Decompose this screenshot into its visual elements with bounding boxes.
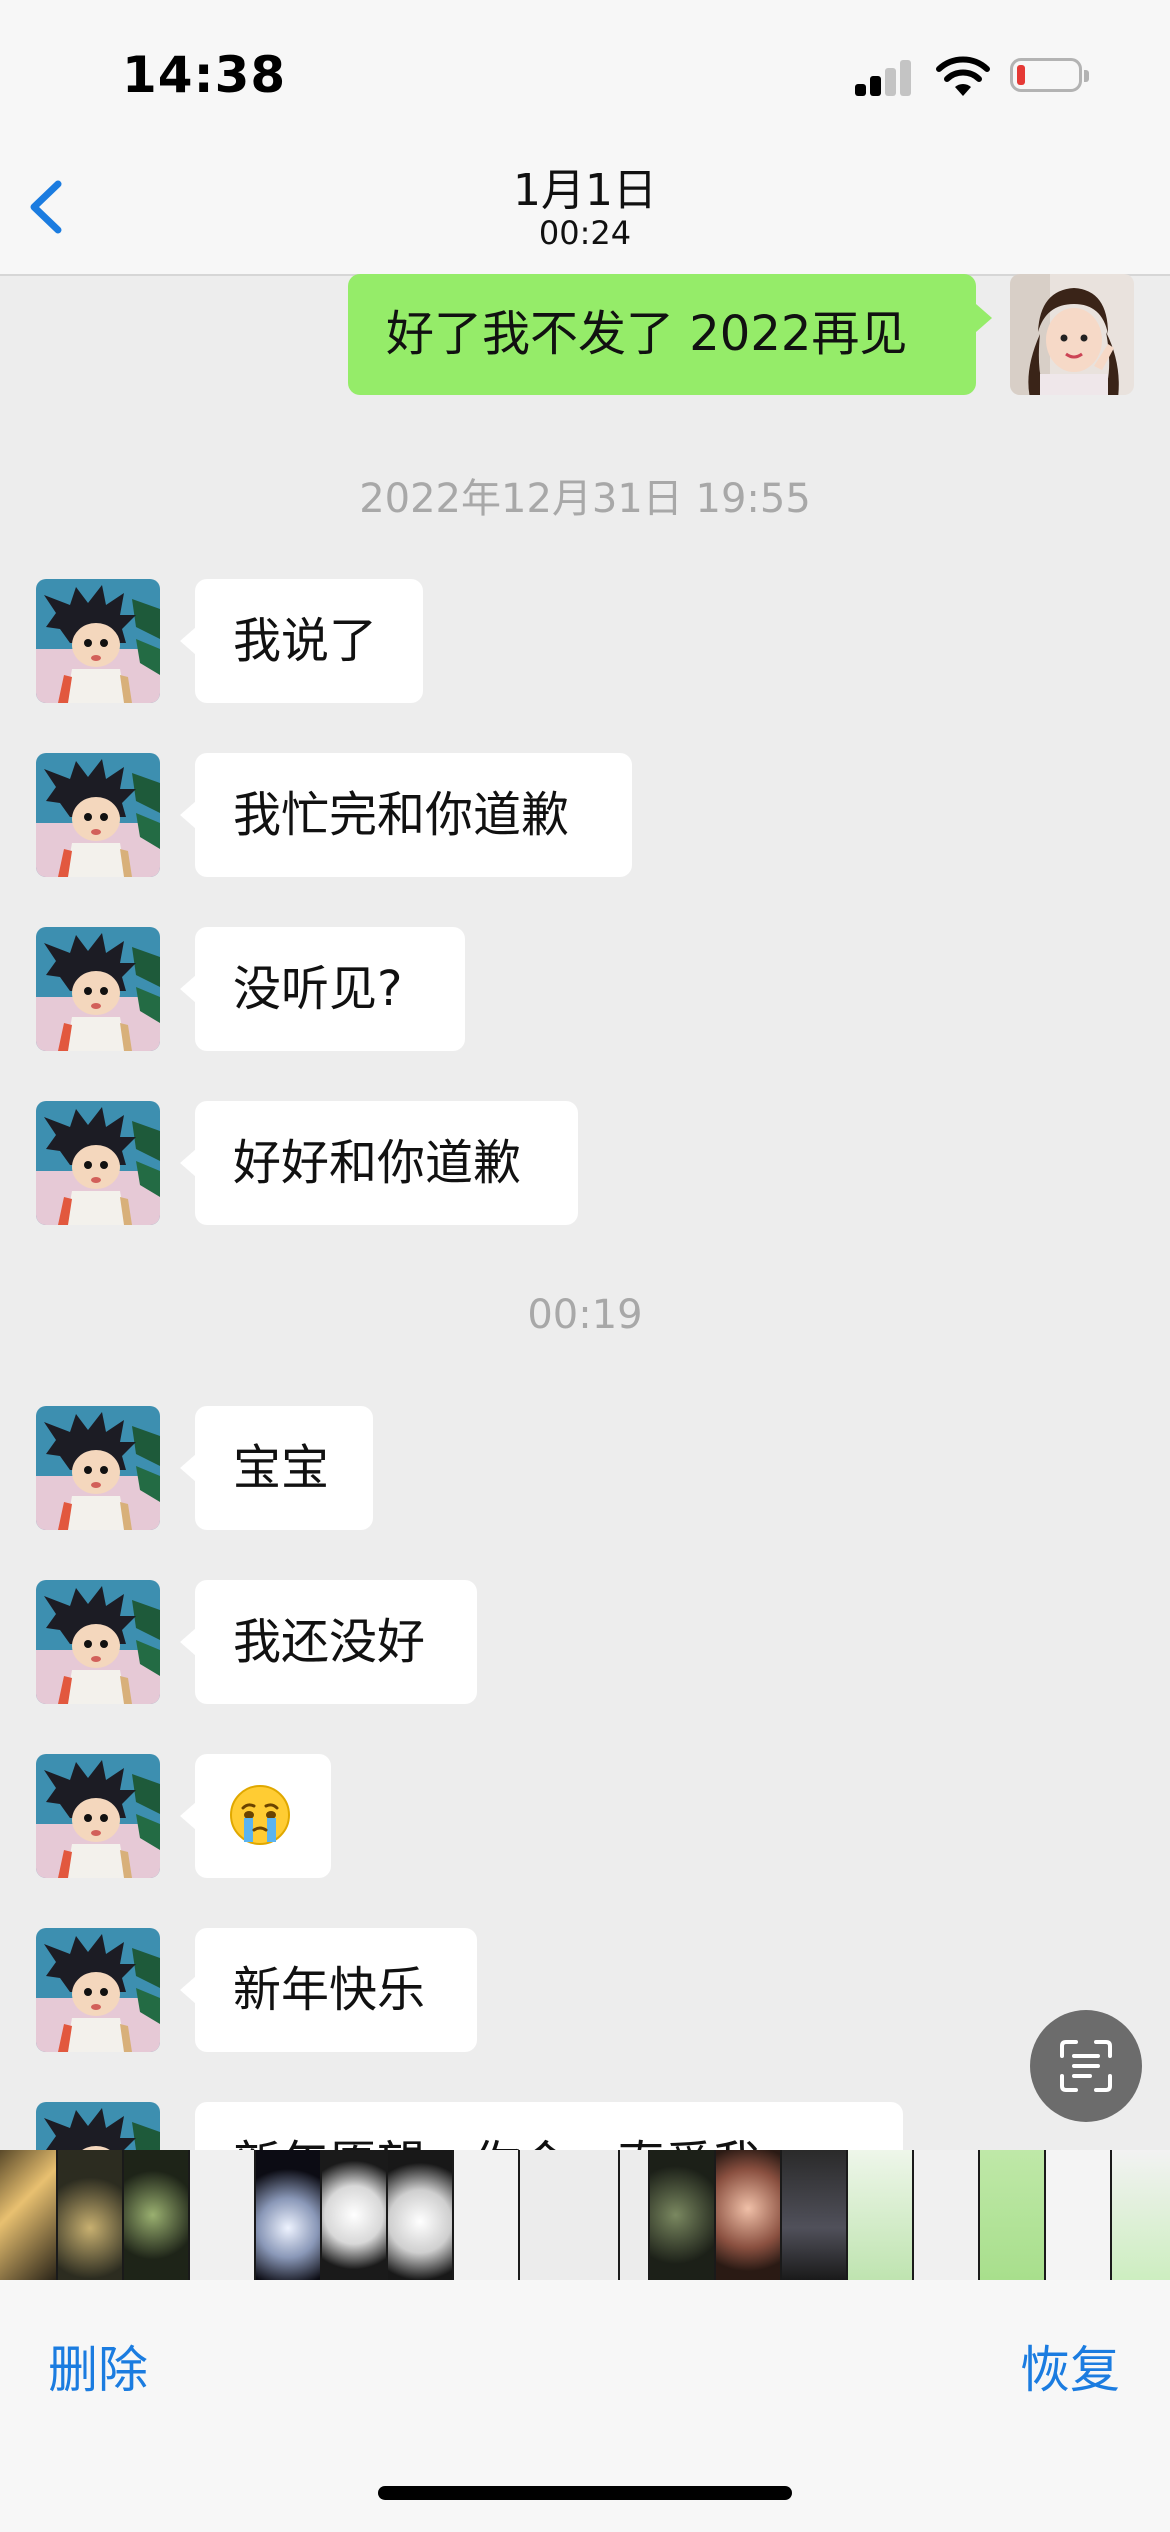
message-text: 新年愿望一你会一直爱我 <box>233 2136 761 2150</box>
delete-button[interactable]: 删除 <box>48 2330 148 2402</box>
message-text: 新年快乐 <box>233 1962 426 2018</box>
photo-thumbnail[interactable] <box>848 2150 914 2280</box>
bubble-tail <box>180 1454 196 1482</box>
status-time: 14:38 <box>122 46 287 104</box>
message-text: 我说了 <box>233 613 378 669</box>
message-bubble-incoming[interactable]: 我忙完和你道歉 <box>195 753 632 877</box>
message-text: 好好和你道歉 <box>233 1135 522 1191</box>
photo-thumbnail[interactable] <box>650 2150 716 2280</box>
photo-thumbnail[interactable] <box>124 2150 190 2280</box>
message-text: 我忙完和你道歉 <box>233 787 570 843</box>
message-text: 宝宝 <box>233 1440 330 1496</box>
chat-history[interactable]: 好了我不发了 2022再见 2022年12月31日 19:55 我说了 我忙完和… <box>0 274 1170 2150</box>
text-scan-button[interactable] <box>1030 2010 1142 2122</box>
cellular-signal-icon <box>855 60 915 96</box>
bubble-tail <box>180 1149 196 1177</box>
bubble-tail <box>180 627 196 655</box>
bubble-tail <box>180 801 196 829</box>
photo-thumbnail[interactable] <box>322 2150 388 2280</box>
status-bar: 14:38 <box>0 0 1170 150</box>
photo-thumbnail[interactable] <box>980 2150 1046 2280</box>
message-text: 好了我不发了 2022再见 <box>386 306 908 362</box>
chat-date-title: 1月1日 <box>513 165 657 216</box>
bubble-tail <box>180 1976 196 2004</box>
wifi-icon <box>936 56 990 96</box>
bubble-tail <box>180 1802 196 1830</box>
photo-thumbnail[interactable] <box>454 2150 520 2280</box>
avatar-contact[interactable] <box>36 579 160 703</box>
message-bubble-incoming[interactable] <box>195 1754 331 1878</box>
message-text: 没听见? <box>233 961 403 1017</box>
battery-low-icon <box>1010 58 1089 92</box>
avatar-contact[interactable] <box>36 1754 160 1878</box>
crying-face-icon <box>230 1785 290 1845</box>
bubble-tail <box>180 1628 196 1656</box>
photo-thumbnail[interactable] <box>0 2150 58 2280</box>
timestamp-divider: 00:19 <box>527 1292 643 1338</box>
bubble-tail <box>976 304 992 332</box>
avatar-contact[interactable] <box>36 753 160 877</box>
message-bubble-outgoing[interactable]: 好了我不发了 2022再见 <box>348 274 976 395</box>
message-bubble-incoming[interactable]: 新年愿望一你会一直爱我 <box>195 2102 903 2150</box>
timestamp-divider: 2022年12月31日 19:55 <box>359 476 811 522</box>
photo-thumbnail[interactable] <box>716 2150 782 2280</box>
photo-thumbnail[interactable] <box>914 2150 980 2280</box>
photo-thumbnail[interactable] <box>620 2150 650 2280</box>
restore-button[interactable]: 恢复 <box>1020 2330 1120 2402</box>
chat-time-subtitle: 00:24 <box>538 214 632 252</box>
photo-thumbnail[interactable] <box>782 2150 848 2280</box>
text-scan-icon <box>1060 2040 1112 2092</box>
message-bubble-incoming[interactable]: 我还没好 <box>195 1580 477 1704</box>
avatar-contact[interactable] <box>36 1928 160 2052</box>
photo-thumbnail[interactable] <box>1046 2150 1112 2280</box>
home-indicator[interactable] <box>378 2486 792 2500</box>
photo-thumbnail[interactable] <box>58 2150 124 2280</box>
message-text: 我还没好 <box>233 1614 426 1670</box>
avatar-contact[interactable] <box>36 1101 160 1225</box>
photo-thumbnail[interactable] <box>1112 2150 1170 2280</box>
avatar-contact[interactable] <box>36 1406 160 1530</box>
message-bubble-incoming[interactable]: 好好和你道歉 <box>195 1101 578 1225</box>
message-bubble-incoming[interactable]: 宝宝 <box>195 1406 373 1530</box>
avatar-contact[interactable] <box>36 2102 160 2150</box>
avatar-contact[interactable] <box>36 927 160 1051</box>
photo-thumbnail[interactable] <box>520 2150 620 2280</box>
message-bubble-incoming[interactable]: 我说了 <box>195 579 423 703</box>
chat-header: 1月1日 00:24 <box>0 150 1170 276</box>
message-bubble-incoming[interactable]: 没听见? <box>195 927 465 1051</box>
bubble-tail <box>180 975 196 1003</box>
avatar-contact[interactable] <box>36 1580 160 1704</box>
photo-thumbnail[interactable] <box>388 2150 454 2280</box>
photo-thumbnail[interactable] <box>256 2150 322 2280</box>
message-bubble-incoming[interactable]: 新年快乐 <box>195 1928 477 2052</box>
avatar-self[interactable] <box>1010 274 1134 395</box>
photo-thumbnail-strip[interactable] <box>0 2150 1170 2280</box>
photo-thumbnail[interactable] <box>190 2150 256 2280</box>
